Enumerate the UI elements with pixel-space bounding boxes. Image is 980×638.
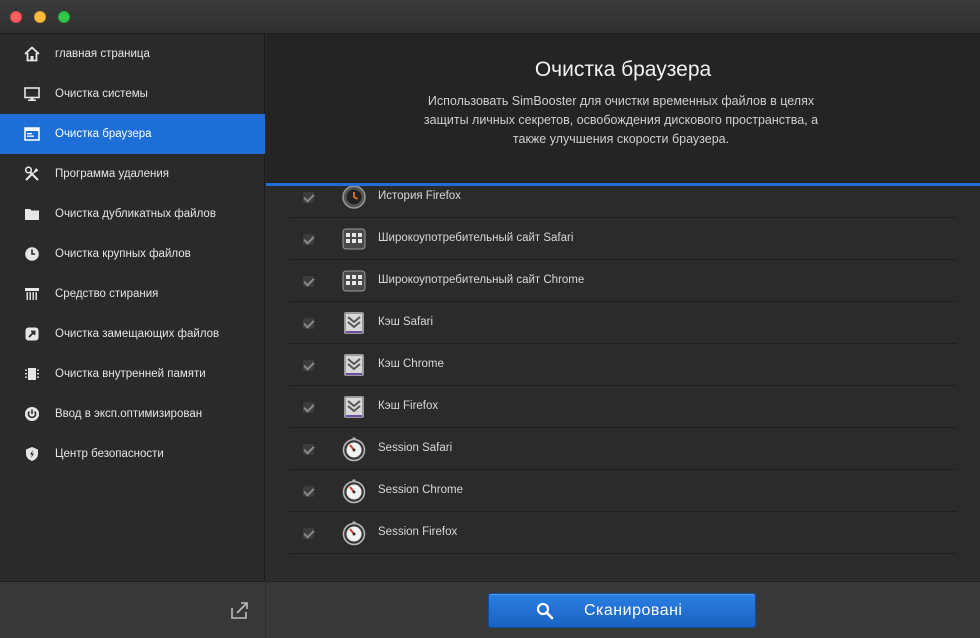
sidebar-item-large-files[interactable]: Очистка крупных файлов	[0, 234, 265, 274]
sidebar-item-memory-cleanup[interactable]: Очистка внутренней памяти	[0, 354, 265, 394]
folder-icon	[24, 206, 40, 222]
clock-icon	[24, 246, 40, 262]
list-item[interactable]: Session Chrome	[290, 470, 956, 512]
item-label: Кэш Safari	[378, 316, 434, 328]
tools-icon	[24, 166, 40, 182]
list-item[interactable]: История Firefox	[290, 186, 956, 218]
sidebar-item-label: Ввод в эксп.оптимизирован	[55, 408, 203, 420]
session-icon	[341, 520, 367, 546]
session-icon	[341, 436, 367, 462]
item-label: Session Chrome	[378, 484, 464, 496]
sidebar-item-label: Средство стирания	[55, 288, 159, 300]
sidebar-item-label: Программа удаления	[55, 168, 170, 180]
scan-button-label: Сканировані	[584, 602, 683, 619]
title-bar	[0, 0, 980, 34]
sidebar-item-label: главная страница	[55, 48, 150, 60]
scan-button[interactable]: Сканировані	[488, 593, 756, 628]
list-item[interactable]: Кэш Chrome	[290, 344, 956, 386]
share-icon	[229, 602, 251, 625]
minimize-window-button[interactable]	[34, 11, 46, 23]
close-window-button[interactable]	[10, 11, 22, 23]
history-icon	[341, 186, 367, 210]
sidebar-item-system-cleanup[interactable]: Очистка системы	[0, 74, 265, 114]
browser-icon	[24, 126, 40, 142]
sidebar-item-startup-optimizer[interactable]: Ввод в эксп.оптимизирован	[0, 394, 265, 434]
sidebar-item-security-center[interactable]: Центр безопасности	[0, 434, 265, 474]
item-checkbox[interactable]	[302, 191, 315, 204]
search-icon	[536, 602, 554, 620]
alias-icon	[24, 326, 40, 342]
item-checkbox[interactable]	[302, 527, 315, 540]
page-description: Использовать SimBooster для очистки врем…	[423, 94, 819, 146]
power-icon	[24, 406, 40, 422]
sidebar-item-label: Очистка браузера	[55, 128, 152, 140]
item-checkbox[interactable]	[302, 401, 315, 414]
shredder-icon	[24, 286, 40, 302]
item-label: Широкоупотребительный сайт Safari	[378, 232, 574, 244]
item-checkbox[interactable]	[302, 359, 315, 372]
item-checkbox[interactable]	[302, 275, 315, 288]
sidebar-item-label: Очистка внутренней памяти	[55, 368, 206, 380]
cache-icon	[341, 310, 367, 336]
top-sites-icon	[341, 268, 367, 294]
item-label: Кэш Chrome	[378, 358, 444, 370]
sidebar-item-label: Очистка замещающих файлов	[55, 328, 220, 340]
app-window: главная страница Очистка системы Очистка…	[0, 0, 980, 638]
sidebar-item-label: Очистка системы	[55, 88, 148, 100]
share-button[interactable]	[229, 599, 251, 621]
item-checkbox[interactable]	[302, 485, 315, 498]
list-item[interactable]: Session Safari	[290, 428, 956, 470]
page-title: Очистка браузера	[534, 58, 712, 81]
cleanup-item-list[interactable]: История Firefox Широкоупотребительный са…	[266, 186, 980, 580]
sidebar-item-duplicate-files[interactable]: Очистка дубликатных файлов	[0, 194, 265, 234]
home-icon	[24, 46, 40, 62]
cache-icon	[341, 394, 367, 420]
sidebar-footer	[0, 581, 265, 638]
sidebar-item-label: Очистка дубликатных файлов	[55, 208, 216, 220]
item-label: Широкоупотребительный сайт Chrome	[378, 274, 585, 286]
item-label: Session Firefox	[378, 526, 458, 538]
list-item[interactable]: Кэш Safari	[290, 302, 956, 344]
item-checkbox[interactable]	[302, 443, 315, 456]
cache-icon	[341, 352, 367, 378]
list-item[interactable]: Session Firefox	[290, 512, 956, 554]
maximize-window-button[interactable]	[58, 11, 70, 23]
top-sites-icon	[341, 226, 367, 252]
sidebar-item-label: Очистка крупных файлов	[55, 248, 191, 260]
item-checkbox[interactable]	[302, 233, 315, 246]
item-label: История Firefox	[378, 190, 461, 202]
sidebar-item-uninstaller[interactable]: Программа удаления	[0, 154, 265, 194]
memory-icon	[24, 366, 40, 382]
monitor-icon	[24, 86, 40, 102]
shield-icon	[24, 446, 40, 462]
list-item[interactable]: Широкоупотребительный сайт Safari	[290, 218, 956, 260]
list-item[interactable]: Широкоупотребительный сайт Chrome	[290, 260, 956, 302]
sidebar: главная страница Очистка системы Очистка…	[0, 34, 265, 638]
action-footer: Сканировані	[266, 581, 980, 638]
sidebar-item-alias-files[interactable]: Очистка замещающих файлов	[0, 314, 265, 354]
list-item[interactable]: Кэш Firefox	[290, 386, 956, 428]
item-checkbox[interactable]	[302, 317, 315, 330]
sidebar-item-home[interactable]: главная страница	[0, 34, 265, 74]
main-panel: История Firefox Широкоупотребительный са…	[266, 34, 980, 638]
sidebar-item-browser-cleanup[interactable]: Очистка браузера	[0, 114, 265, 154]
sidebar-item-shredder[interactable]: Средство стирания	[0, 274, 265, 314]
item-label: Кэш Firefox	[378, 400, 439, 412]
item-label: Session Safari	[378, 442, 453, 454]
sidebar-item-label: Центр безопасности	[55, 448, 164, 460]
page-header: Очистка браузера Использовать SimBooster…	[266, 34, 980, 186]
session-icon	[341, 478, 367, 504]
